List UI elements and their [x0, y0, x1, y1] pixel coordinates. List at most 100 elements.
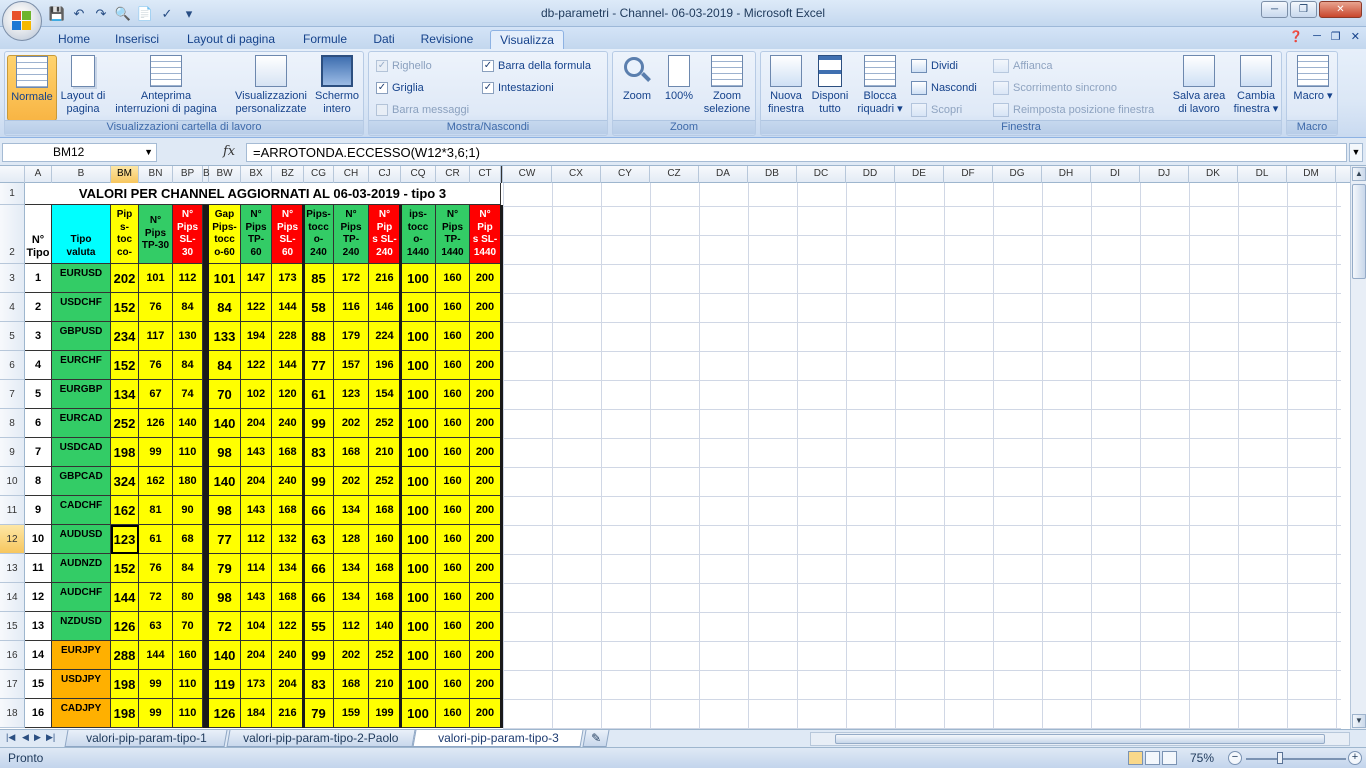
- minimize-button[interactable]: ─: [1261, 1, 1288, 18]
- table-cell[interactable]: 152: [111, 554, 139, 583]
- table-cell[interactable]: 84: [173, 293, 203, 322]
- view-side-by-side-button[interactable]: Affianca: [993, 58, 1053, 74]
- table-cell[interactable]: 100: [401, 351, 436, 380]
- tab-dati[interactable]: Dati: [364, 30, 404, 49]
- table-cell[interactable]: 102: [241, 380, 272, 409]
- table-cell[interactable]: 160: [436, 293, 470, 322]
- table-cell[interactable]: 288: [111, 641, 139, 670]
- table-cell[interactable]: 202: [334, 641, 369, 670]
- cell-symbol-eurjpy[interactable]: EURJPY: [52, 641, 111, 670]
- cell-symbol-audusd[interactable]: AUDUSD: [52, 525, 111, 554]
- table-cell[interactable]: 162: [139, 467, 173, 496]
- table-cell[interactable]: 160: [436, 351, 470, 380]
- column-header-df[interactable]: DF: [944, 166, 993, 183]
- table-cell[interactable]: 199: [369, 699, 401, 728]
- close-button[interactable]: ✕: [1319, 1, 1362, 18]
- table-cell[interactable]: 210: [369, 438, 401, 467]
- table-cell[interactable]: 168: [334, 438, 369, 467]
- page-layout-view-icon[interactable]: [1145, 751, 1160, 765]
- cell-tipo-13[interactable]: 13: [25, 612, 52, 641]
- table-cell[interactable]: 130: [173, 322, 203, 351]
- row-header-2[interactable]: 2: [0, 205, 25, 264]
- split-button[interactable]: Dividi: [911, 58, 958, 74]
- table-cell[interactable]: 100: [401, 438, 436, 467]
- column-header-ch[interactable]: CH: [334, 166, 369, 183]
- table-cell[interactable]: 168: [369, 496, 401, 525]
- table-cell[interactable]: 168: [369, 554, 401, 583]
- table-cell[interactable]: 66: [304, 496, 334, 525]
- table-cell[interactable]: 84: [173, 554, 203, 583]
- sheet-tab-tipo-3[interactable]: valori-pip-param-tipo-3: [412, 730, 584, 747]
- table-cell[interactable]: 240: [272, 409, 304, 438]
- table-cell[interactable]: 79: [209, 554, 241, 583]
- column-header-a[interactable]: A: [25, 166, 52, 183]
- zoom-selection-button[interactable]: Zoom selezione: [701, 55, 753, 116]
- custom-views-button[interactable]: Visualizzazioni personalizzate: [231, 55, 311, 116]
- table-cell[interactable]: 152: [111, 293, 139, 322]
- table-cell[interactable]: 160: [436, 525, 470, 554]
- table-cell[interactable]: 72: [139, 583, 173, 612]
- table-cell[interactable]: 55: [304, 612, 334, 641]
- column-header-bz[interactable]: BZ: [272, 166, 304, 183]
- table-cell[interactable]: 100: [401, 699, 436, 728]
- table-cell[interactable]: 160: [436, 380, 470, 409]
- table-cell[interactable]: 200: [470, 322, 501, 351]
- formula-bar-checkbox[interactable]: ✓ Barra della formula: [482, 58, 591, 74]
- table-cell[interactable]: 134: [334, 554, 369, 583]
- table-cell[interactable]: 100: [401, 293, 436, 322]
- table-cell[interactable]: 198: [111, 438, 139, 467]
- worksheet[interactable]: A B BM BN BP B BW BX BZ CG CH CJ CQ CR CT CW CX CY CZ DA DB D…: [0, 166, 1350, 729]
- column-header-b[interactable]: B: [52, 166, 111, 183]
- column-header-di[interactable]: DI: [1091, 166, 1140, 183]
- unhide-button[interactable]: Scopri: [911, 102, 962, 118]
- table-cell[interactable]: 134: [334, 583, 369, 612]
- restore-button[interactable]: ❐: [1290, 1, 1317, 18]
- table-cell[interactable]: 101: [209, 264, 241, 293]
- cell-tipo-8[interactable]: 8: [25, 467, 52, 496]
- sheet-tab-tipo-2-paolo[interactable]: valori-pip-param-tipo-2-Paolo: [226, 730, 416, 747]
- vertical-scroll-thumb[interactable]: [1352, 184, 1366, 279]
- cell-tipo-2[interactable]: 2: [25, 293, 52, 322]
- table-cell[interactable]: 200: [470, 525, 501, 554]
- table-cell[interactable]: 200: [470, 612, 501, 641]
- table-cell[interactable]: 196: [369, 351, 401, 380]
- table-cell[interactable]: 100: [401, 641, 436, 670]
- table-cell[interactable]: 99: [139, 670, 173, 699]
- table-cell[interactable]: 224: [369, 322, 401, 351]
- switch-windows-button[interactable]: Cambia finestra ▾: [1231, 55, 1281, 116]
- table-cell[interactable]: 200: [470, 670, 501, 699]
- table-cell[interactable]: 132: [272, 525, 304, 554]
- table-cell[interactable]: 122: [241, 351, 272, 380]
- table-cell[interactable]: 160: [436, 322, 470, 351]
- table-cell[interactable]: 100: [401, 670, 436, 699]
- table-cell[interactable]: 216: [272, 699, 304, 728]
- table-cell[interactable]: 99: [304, 409, 334, 438]
- table-cell[interactable]: 144: [272, 293, 304, 322]
- zoom-level[interactable]: 75%: [1190, 751, 1214, 765]
- active-cell[interactable]: 123: [111, 525, 139, 554]
- ruler-checkbox[interactable]: ✓ Righello: [376, 58, 432, 74]
- table-cell[interactable]: 200: [470, 438, 501, 467]
- cell-tipo-11[interactable]: 11: [25, 554, 52, 583]
- zoom-slider[interactable]: [1246, 758, 1346, 760]
- table-cell[interactable]: 100: [401, 554, 436, 583]
- freeze-panes-button[interactable]: Blocca riquadri ▾: [853, 55, 907, 116]
- table-cell[interactable]: 252: [111, 409, 139, 438]
- table-cell[interactable]: 140: [209, 641, 241, 670]
- table-cell[interactable]: 110: [173, 670, 203, 699]
- table-cell[interactable]: 200: [470, 409, 501, 438]
- cell-symbol-nzdusd[interactable]: NZDUSD: [52, 612, 111, 641]
- table-cell[interactable]: 168: [369, 583, 401, 612]
- prev-sheet-icon[interactable]: ◀: [22, 732, 29, 743]
- name-box-dropdown-icon[interactable]: ▼: [144, 144, 153, 161]
- normal-view-icon[interactable]: [1128, 751, 1143, 765]
- table-cell[interactable]: 104: [241, 612, 272, 641]
- table-cell[interactable]: 100: [401, 583, 436, 612]
- table-cell[interactable]: 157: [334, 351, 369, 380]
- table-cell[interactable]: 140: [209, 467, 241, 496]
- cell-tipo-1[interactable]: 1: [25, 264, 52, 293]
- table-cell[interactable]: 160: [436, 641, 470, 670]
- table-cell[interactable]: 200: [470, 380, 501, 409]
- tab-formule[interactable]: Formule: [294, 30, 356, 49]
- table-cell[interactable]: 66: [304, 583, 334, 612]
